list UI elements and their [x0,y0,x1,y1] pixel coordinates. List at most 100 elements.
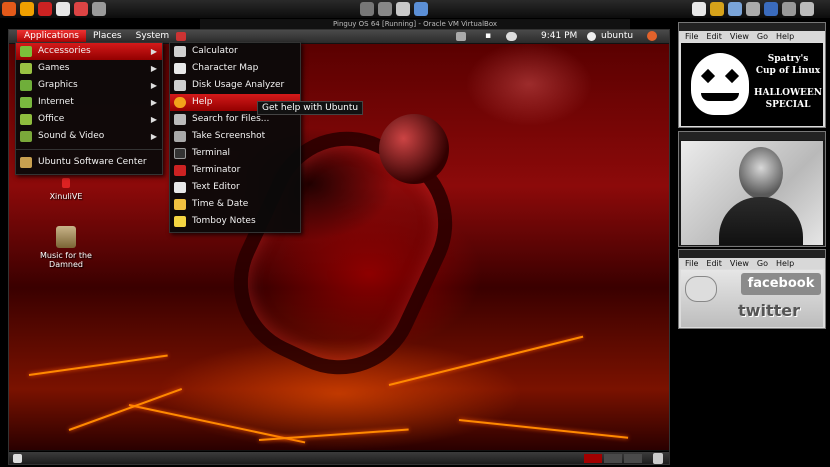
menu-item-label: Accessories [38,46,91,56]
menu-item-label: Internet [38,97,74,107]
tray-icon-2[interactable] [378,2,392,16]
tray-icon-3[interactable] [396,2,410,16]
terminal-icon [174,148,186,159]
menu-file[interactable]: File [681,258,702,269]
menu-item-terminal[interactable]: Terminal [170,145,300,162]
menu-item-label: Calculator [192,46,238,56]
desktop-icon-label: XinuliVE [49,192,83,201]
network-icon[interactable] [456,32,466,41]
screenshot-icon [174,131,186,142]
app-icon[interactable] [74,2,88,16]
menu-go[interactable]: Go [753,258,772,269]
tray-icon-6[interactable] [710,2,724,16]
menu-edit[interactable]: Edit [702,258,726,269]
menu-file[interactable]: File [681,31,702,42]
menu-item-label: Ubuntu Software Center [38,157,147,167]
trash-icon[interactable] [653,453,663,464]
help-icon [174,97,186,108]
indicator-icon[interactable]: ▪ [485,30,491,43]
menu-item-office[interactable]: Office ▶ [16,111,162,128]
webcam-image [681,141,823,245]
menu-help[interactable]: Help [772,31,798,42]
desktop-icon-xinulive[interactable]: XinuliVE [26,178,106,201]
accessories-submenu: Calculator Character Map Disk Usage Anal… [169,42,301,233]
terminal-icon[interactable] [56,2,70,16]
tray-icon-4[interactable] [414,2,428,16]
submenu-arrow-icon: ▶ [150,81,157,90]
time-date-icon [174,199,186,210]
menu-item-graphics[interactable]: Graphics ▶ [16,77,162,94]
poster-text-1: Spatry's [767,54,809,64]
menu-item-label: Terminal [192,148,231,158]
menu-item-label: Help [192,97,213,107]
menu-item-disk-usage-analyzer[interactable]: Disk Usage Analyzer [170,77,300,94]
show-desktop-icon[interactable] [13,454,22,463]
menu-item-calculator[interactable]: Calculator [170,43,300,60]
submenu-arrow-icon: ▶ [150,64,157,73]
internet-icon [20,97,32,108]
window-titlebar [679,132,825,140]
menu-edit[interactable]: Edit [702,31,726,42]
music-folder-icon [56,226,76,248]
menu-item-accessories[interactable]: Accessories ▶ [16,43,162,60]
launcher-icon[interactable] [176,32,187,41]
social-image: facebook twitter [681,270,823,327]
menu-item-tomboy-notes[interactable]: Tomboy Notes [170,213,300,230]
menu-item-character-map[interactable]: Character Map [170,60,300,77]
poster-image: Spatry's Cup of Linux HALLOWEEN SPECIAL [681,43,823,126]
tray-icon-11[interactable] [800,2,814,16]
menu-item-software-center[interactable]: Ubuntu Software Center [16,154,162,171]
power-icon[interactable] [647,31,657,41]
menu-item-sound-video[interactable]: Sound & Video ▶ [16,128,162,145]
workspace-1[interactable] [584,454,602,463]
menu-item-label: Take Screenshot [192,131,266,141]
firefox-icon[interactable] [2,2,16,16]
window-titlebar [679,23,825,31]
user-name[interactable]: ubuntu [601,30,633,43]
window-menubar: File Edit View Go Help [679,31,825,42]
tray-icon-7[interactable] [728,2,742,16]
chat-icon[interactable] [506,32,517,41]
workspace-2[interactable] [604,454,622,463]
menu-view[interactable]: View [726,258,753,269]
poster-window: File Edit View Go Help Spatry's Cup of L… [678,22,826,128]
host-top-panel [0,0,830,18]
menu-item-label: Disk Usage Analyzer [192,80,285,90]
menu-item-games[interactable]: Games ▶ [16,60,162,77]
user-icon [587,32,596,41]
disk-usage-icon [174,80,186,91]
folder-icon[interactable] [92,2,106,16]
workspace-3[interactable] [624,454,642,463]
menu-item-label: Games [38,63,70,73]
bird-icon [685,276,717,302]
text-editor-icon [174,182,186,193]
menu-item-text-editor[interactable]: Text Editor [170,179,300,196]
terminator-icon [174,165,186,176]
menu-item-time-date[interactable]: Time & Date [170,196,300,213]
submenu-arrow-icon: ▶ [150,47,157,56]
social-window: File Edit View Go Help facebook twitter [678,249,826,329]
webcam-window [678,131,826,247]
office-icon [20,114,32,125]
clock[interactable]: 9:41 PM [541,30,577,43]
window-menubar: File Edit View Go Help [679,258,825,269]
menu-go[interactable]: Go [753,31,772,42]
tray-icon-1[interactable] [360,2,374,16]
menu-view[interactable]: View [726,31,753,42]
menu-item-label: Tomboy Notes [192,216,256,226]
tray-icon-9[interactable] [764,2,778,16]
tray-icon-8[interactable] [746,2,760,16]
launcher-icon[interactable] [20,2,34,16]
media-icon[interactable] [38,2,52,16]
tray-icon-5[interactable] [692,2,706,16]
menu-item-terminator[interactable]: Terminator [170,162,300,179]
tray-icon-10[interactable] [782,2,796,16]
menu-help[interactable]: Help [772,258,798,269]
menu-item-take-screenshot[interactable]: Take Screenshot [170,128,300,145]
desktop-icon-music[interactable]: Music for the Damned [26,226,106,269]
menu-item-internet[interactable]: Internet ▶ [16,94,162,111]
tomboy-notes-icon [174,216,186,227]
poster-text-2: Cup of Linux [755,66,821,76]
submenu-arrow-icon: ▶ [150,132,157,141]
help-tooltip: Get help with Ubuntu [257,101,364,115]
